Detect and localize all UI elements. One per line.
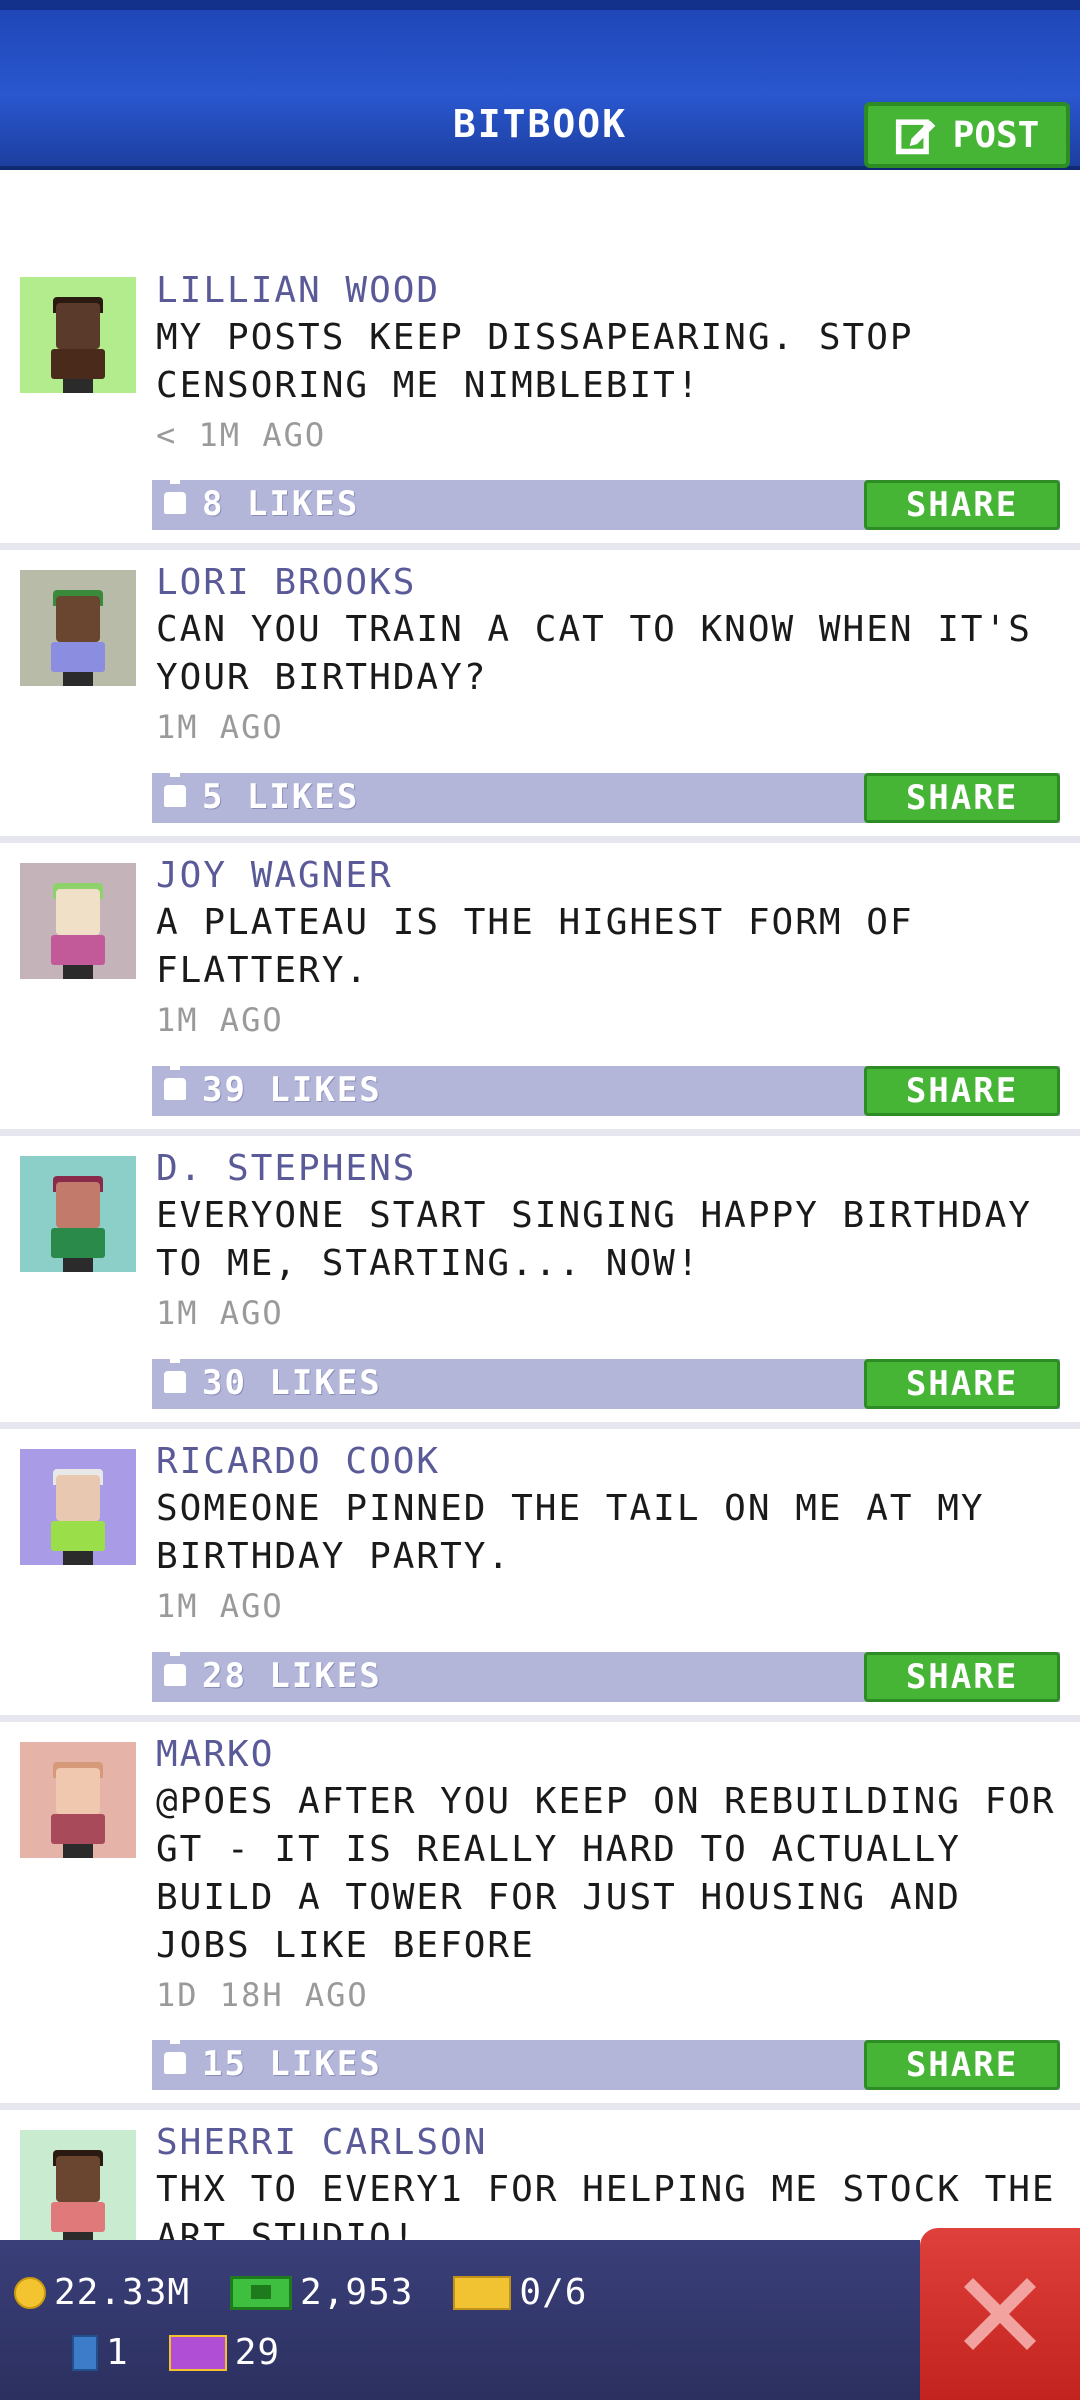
like-bar[interactable]: 39 LIKES SHARE — [152, 1056, 1060, 1116]
post-message: EVERYONE START SINGING HAPPY BIRTHDAY TO… — [156, 1195, 1032, 1284]
cash-icon — [230, 2275, 293, 2310]
like-bar[interactable]: 30 LIKES SHARE — [152, 1349, 1060, 1409]
post-time: 1D 18H AGO — [156, 1976, 369, 2014]
post-author[interactable]: RICARDO COOK — [156, 1441, 440, 1482]
cash-count: 2,953 — [300, 2272, 414, 2313]
avatar — [20, 1156, 136, 1272]
share-button[interactable]: SHARE — [864, 1359, 1060, 1409]
like-bar[interactable]: 15 LIKES SHARE — [152, 2030, 1060, 2090]
ticket-icon — [453, 2275, 512, 2310]
share-button[interactable]: SHARE — [864, 1066, 1060, 1116]
app-header: BITBOOK POST — [0, 0, 1080, 170]
post-message: CAN YOU TRAIN A CAT TO KNOW WHEN IT'S YO… — [156, 609, 1032, 698]
list-item: D. STEPHENS EVERYONE START SINGING HAPPY… — [0, 1136, 1080, 1429]
share-button[interactable]: SHARE — [864, 2040, 1060, 2090]
avatar — [20, 277, 136, 393]
post-author[interactable]: SHERRI CARLSON — [156, 2122, 487, 2163]
list-item: SHERRI CARLSON THX TO EVERY1 FOR HELPING… — [0, 2110, 1080, 2240]
list-item: RICARDO COOK SOMEONE PINNED THE TAIL ON … — [0, 1429, 1080, 1722]
post-time: 1M AGO — [156, 1294, 284, 1332]
list-item: LORI BROOKS CAN YOU TRAIN A CAT TO KNOW … — [0, 550, 1080, 843]
avatar — [20, 1742, 136, 1858]
list-item: LILLIAN WOOD MY POSTS KEEP DISSAPEARING.… — [0, 170, 1080, 550]
currency-row-2: 1 29 — [72, 2332, 280, 2373]
post-button-label: POST — [952, 114, 1040, 156]
post-author[interactable]: LILLIAN WOOD — [156, 270, 440, 311]
like-count: 8 LIKES — [202, 484, 360, 524]
share-button[interactable]: SHARE — [864, 480, 1060, 530]
avatar — [20, 570, 136, 686]
post-time: 1M AGO — [156, 1587, 284, 1625]
like-count: 5 LIKES — [202, 777, 360, 817]
post-time: < 1M AGO — [156, 416, 327, 454]
post-author[interactable]: MARKO — [156, 1734, 274, 1775]
post-button[interactable]: POST — [864, 102, 1070, 168]
like-bar[interactable]: 8 LIKES SHARE — [152, 470, 1060, 530]
like-bar[interactable]: 5 LIKES SHARE — [152, 763, 1060, 823]
post-message: A PLATEAU IS THE HIGHEST FORM OF FLATTER… — [156, 902, 914, 991]
post-author[interactable]: LORI BROOKS — [156, 562, 416, 603]
bux-count: 29 — [234, 2332, 281, 2373]
like-count: 28 LIKES — [202, 1656, 382, 1696]
list-item: MARKO @POES AFTER YOU KEEP ON REBUILDING… — [0, 1722, 1080, 2110]
post-author[interactable]: JOY WAGNER — [156, 855, 393, 896]
post-time: 1M AGO — [156, 708, 284, 746]
post-author[interactable]: D. STEPHENS — [156, 1148, 416, 1189]
post-message: THX TO EVERY1 FOR HELPING ME STOCK THE A… — [156, 2169, 1056, 2240]
currency-row: 22.33M 2,953 0/6 — [14, 2272, 587, 2313]
close-button[interactable] — [920, 2228, 1080, 2400]
post-time: 1M AGO — [156, 1001, 284, 1039]
close-icon — [964, 2278, 1036, 2350]
post-message: SOMEONE PINNED THE TAIL ON ME AT MY BIRT… — [156, 1488, 985, 1577]
thumbs-up-icon — [164, 1642, 186, 1686]
ticket-count: 0/6 — [519, 2272, 588, 2313]
edit-icon — [895, 119, 935, 155]
thumbs-up-icon — [164, 2030, 186, 2074]
bux-icon — [168, 2334, 227, 2371]
thumbs-up-icon — [164, 1056, 186, 1100]
like-bar[interactable]: 28 LIKES SHARE — [152, 1642, 1060, 1702]
avatar — [20, 2130, 136, 2240]
post-message: @POES AFTER YOU KEEP ON REBUILDING FOR G… — [156, 1781, 1056, 1966]
share-button[interactable]: SHARE — [864, 773, 1060, 823]
list-item: JOY WAGNER A PLATEAU IS THE HIGHEST FORM… — [0, 843, 1080, 1136]
thumbs-up-icon — [164, 470, 186, 514]
like-count: 39 LIKES — [202, 1070, 382, 1110]
avatar — [20, 863, 136, 979]
book-count: 1 — [106, 2332, 129, 2373]
like-count: 30 LIKES — [202, 1363, 382, 1403]
status-bar: 22.33M 2,953 0/6 1 29 — [0, 2240, 920, 2400]
avatar — [20, 1449, 136, 1565]
post-message: MY POSTS KEEP DISSAPEARING. STOP CENSORI… — [156, 317, 914, 406]
share-button[interactable]: SHARE — [864, 1652, 1060, 1702]
like-count: 15 LIKES — [202, 2044, 382, 2084]
thumbs-up-icon — [164, 1349, 186, 1393]
post-feed[interactable]: LILLIAN WOOD MY POSTS KEEP DISSAPEARING.… — [0, 170, 1080, 2240]
thumbs-up-icon — [164, 763, 186, 807]
coin-count: 22.33M — [54, 2272, 191, 2313]
coin-icon — [14, 2276, 46, 2309]
book-icon — [72, 2334, 98, 2371]
